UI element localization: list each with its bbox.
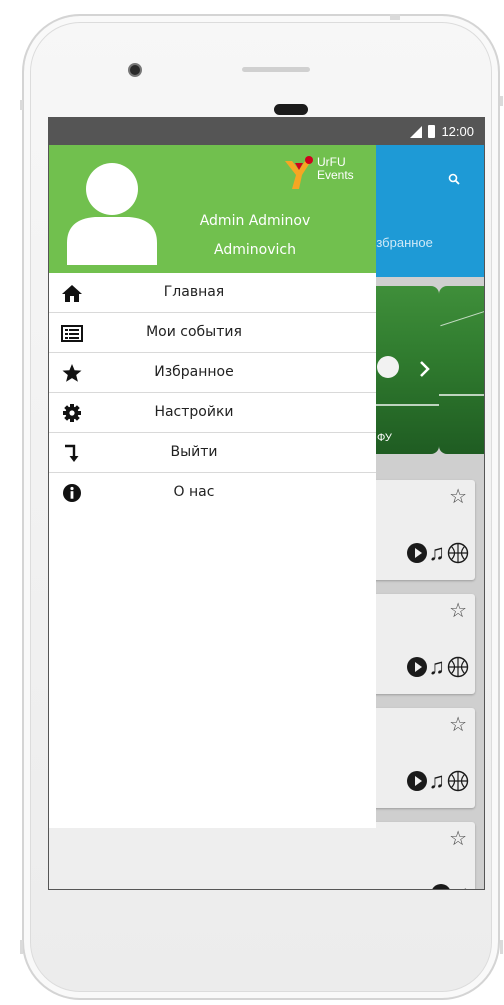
menu-item-home[interactable]: Главная — [49, 273, 376, 313]
event-card[interactable]: ☆ у ♫ — [359, 594, 475, 694]
music-note-icon: ♫ — [428, 540, 446, 565]
signal-icon — [410, 125, 423, 138]
app-logo: UrFU Events — [281, 155, 365, 191]
star-icon — [62, 364, 82, 382]
music-note-icon: ♫ — [428, 654, 446, 679]
music-note-icon: ♫ — [428, 768, 446, 793]
menu-item-label: О нас — [173, 484, 215, 500]
user-full-name-line1: Admin Adminov — [199, 213, 311, 229]
play-icon — [406, 771, 427, 791]
basketball-icon — [447, 656, 469, 678]
drawer-footer — [49, 828, 376, 889]
tab-favorites-partial[interactable]: Избранное — [367, 235, 433, 250]
menu-item-label: Выйти — [170, 444, 218, 460]
star-outline-icon[interactable]: ☆ — [449, 712, 467, 737]
star-outline-icon[interactable]: ☆ — [449, 484, 467, 509]
gear-icon — [63, 404, 81, 422]
featured-card-caption-partial: ФУ — [377, 432, 392, 444]
menu-item-about[interactable]: О нас — [49, 473, 376, 513]
event-card[interactable]: ☆ у ♫ — [359, 822, 475, 890]
search-icon[interactable] — [448, 173, 460, 185]
featured-event-card[interactable] — [367, 286, 439, 454]
basketball-icon — [447, 542, 469, 564]
top-button — [390, 14, 400, 20]
user-full-name-line2: Adminovich — [214, 242, 296, 258]
play-icon — [406, 543, 427, 563]
star-outline-icon[interactable]: ☆ — [449, 826, 467, 851]
drawer-menu: Главная Мои события Избранное Настройки … — [49, 273, 376, 513]
chevron-right-icon[interactable] — [419, 360, 431, 378]
menu-item-logout[interactable]: Выйти — [49, 433, 376, 473]
earpiece-speaker — [274, 104, 308, 115]
urfu-logo-icon — [285, 156, 313, 189]
phone-screen: 12:00 Избранное ФУ ☆ у ♫ — [48, 117, 485, 890]
user-avatar-icon[interactable] — [67, 157, 157, 265]
menu-item-label: Настройки — [154, 404, 234, 420]
event-card[interactable]: ☆ у ♫ — [359, 480, 475, 580]
logo-text-events: Events — [317, 168, 354, 182]
menu-item-label: Главная — [163, 284, 225, 300]
side-button-right — [500, 96, 503, 106]
drawer-header: UrFU Events Admin Adminov Adminovich — [49, 145, 376, 273]
music-note-icon: ♫ — [453, 883, 470, 890]
info-icon — [63, 484, 81, 502]
home-icon — [62, 285, 82, 302]
status-time: 12:00 — [441, 124, 474, 139]
star-outline-icon[interactable]: ☆ — [449, 598, 467, 623]
play-icon — [406, 657, 427, 677]
menu-item-favorites[interactable]: Избранное — [49, 353, 376, 393]
event-card[interactable]: ☆ у ♫ — [359, 708, 475, 808]
list-icon — [61, 325, 83, 342]
battery-icon — [428, 125, 436, 138]
side-button-left-bottom — [20, 940, 23, 954]
menu-item-label: Мои события — [146, 324, 242, 340]
status-bar: 12:00 — [49, 118, 484, 145]
navigation-drawer: UrFU Events Admin Adminov Adminovich Гла… — [49, 145, 376, 828]
menu-item-my-events[interactable]: Мои события — [49, 313, 376, 353]
basketball-icon — [447, 770, 469, 792]
sensor-slot — [242, 67, 310, 72]
side-button-right-bottom — [500, 940, 503, 954]
side-button-left — [20, 100, 23, 110]
menu-item-label: Избранное — [154, 364, 234, 380]
exit-arrow-icon — [65, 444, 79, 462]
featured-event-card-next[interactable] — [439, 286, 484, 454]
front-camera — [128, 63, 142, 77]
menu-item-settings[interactable]: Настройки — [49, 393, 376, 433]
play-icon — [430, 884, 451, 889]
